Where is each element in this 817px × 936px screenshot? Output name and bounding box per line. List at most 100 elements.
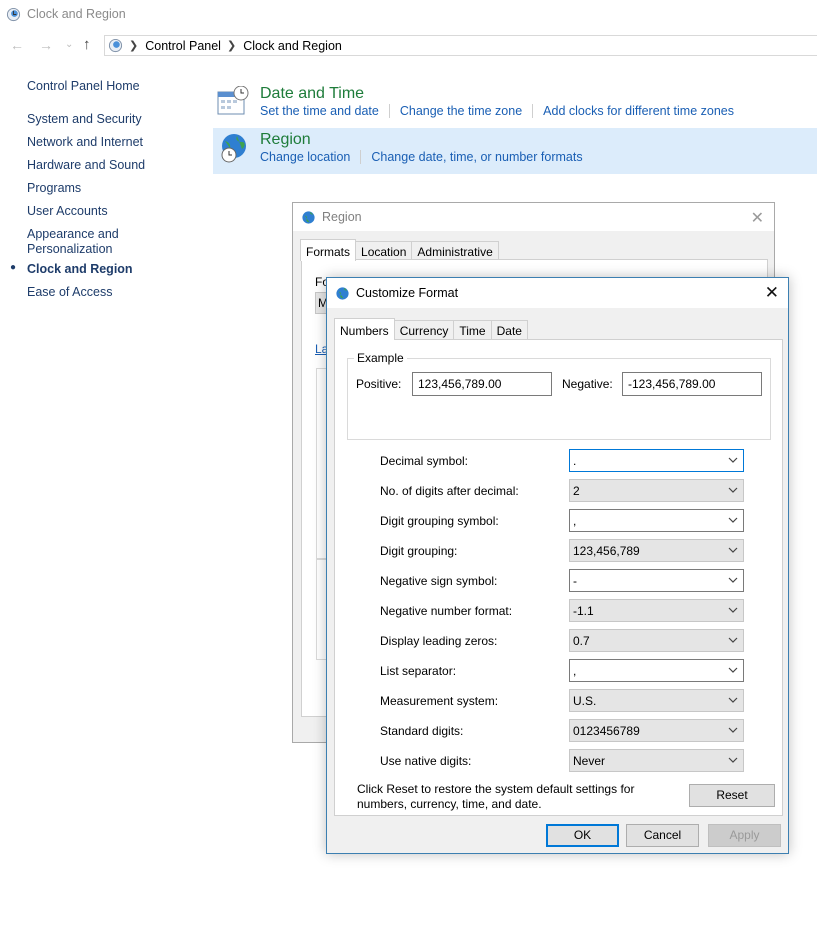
list-separator-value: ,: [573, 664, 577, 678]
positive-example-field: 123,456,789.00: [412, 372, 552, 396]
breadcrumb-clock-region[interactable]: Clock and Region: [243, 39, 342, 53]
date-time-title[interactable]: Date and Time: [260, 85, 364, 103]
standard-digits-label: Standard digits:: [380, 724, 464, 738]
chevron-down-icon: [728, 667, 738, 673]
breadcrumb-separator-icon: ❯: [226, 40, 237, 52]
calendar-clock-icon: [217, 86, 249, 115]
tab-currency[interactable]: Currency: [393, 320, 455, 340]
list-separator-combo[interactable]: ,: [569, 659, 744, 682]
region-dialog-title-bar[interactable]: Region: [293, 203, 774, 231]
customize-close-icon[interactable]: ✕: [765, 283, 779, 303]
chevron-down-icon: [728, 487, 738, 493]
numbers-panel: Example Positive: 123,456,789.00 Negativ…: [334, 339, 783, 816]
digit-grouping-symbol-value: ,: [573, 514, 577, 528]
nav-appearance-personalization[interactable]: Appearance and Personalization: [27, 227, 119, 257]
chevron-down-icon: [728, 757, 738, 763]
leading-zeros-label: Display leading zeros:: [380, 634, 498, 648]
breadcrumb-separator-icon: ❯: [129, 40, 139, 52]
decimal-symbol-combo[interactable]: .: [569, 449, 744, 472]
nav-control-panel-home[interactable]: Control Panel Home: [27, 79, 140, 93]
customize-format-dialog: Customize Format ✕ Numbers Currency Time…: [326, 277, 789, 854]
negative-number-format-combo[interactable]: -1.1: [569, 599, 744, 622]
chevron-down-icon: [728, 637, 738, 643]
up-arrow-icon[interactable]: ↑: [83, 36, 91, 53]
measurement-system-combo[interactable]: U.S.: [569, 689, 744, 712]
change-location-link[interactable]: Change location: [260, 150, 350, 164]
digit-grouping-combo[interactable]: 123,456,789: [569, 539, 744, 562]
chevron-down-icon: [728, 547, 738, 553]
native-digits-label: Use native digits:: [380, 754, 472, 768]
region-links: Change location Change date, time, or nu…: [260, 150, 583, 164]
digit-grouping-label: Digit grouping:: [380, 544, 458, 558]
digit-grouping-symbol-label: Digit grouping symbol:: [380, 514, 499, 528]
negative-sign-symbol-value: -: [573, 574, 577, 588]
forward-arrow-icon[interactable]: →: [39, 37, 53, 53]
globe-icon: [336, 286, 349, 300]
negative-sign-symbol-combo[interactable]: -: [569, 569, 744, 592]
chevron-down-icon: [728, 697, 738, 703]
example-group: Example Positive: 123,456,789.00 Negativ…: [347, 351, 771, 440]
breadcrumb-control-panel[interactable]: Control Panel: [145, 39, 221, 53]
negative-label: Negative:: [562, 377, 613, 391]
reset-button[interactable]: Reset: [689, 784, 775, 807]
set-time-date-link[interactable]: Set the time and date: [260, 104, 379, 118]
globe-icon: [302, 210, 315, 224]
link-divider: [360, 150, 362, 164]
window-title-bar: Clock and Region: [6, 5, 126, 23]
digits-after-decimal-label: No. of digits after decimal:: [380, 484, 519, 498]
digit-grouping-value: 123,456,789: [573, 544, 640, 558]
nav-programs[interactable]: Programs: [27, 181, 81, 195]
region-title[interactable]: Region: [260, 131, 311, 149]
clock-region-icon: [6, 7, 21, 21]
nav-network-internet[interactable]: Network and Internet: [27, 135, 143, 149]
link-divider: [388, 104, 390, 118]
nav-ease-of-access[interactable]: Ease of Access: [27, 285, 112, 299]
leading-zeros-value: 0.7: [573, 634, 590, 648]
ok-button[interactable]: OK: [546, 824, 619, 847]
active-bullet-icon: ●: [10, 262, 17, 273]
cancel-button[interactable]: Cancel: [626, 824, 699, 847]
nav-clock-region[interactable]: Clock and Region: [27, 262, 133, 276]
change-formats-link[interactable]: Change date, time, or number formats: [371, 150, 582, 164]
chevron-down-icon: [728, 607, 738, 613]
apply-button[interactable]: Apply: [708, 824, 781, 847]
address-bar[interactable]: ❯ Control Panel ❯ Clock and Region: [104, 35, 817, 56]
chevron-down-icon: [728, 727, 738, 733]
reset-note: Click Reset to restore the system defaul…: [357, 782, 635, 811]
negative-sign-symbol-label: Negative sign symbol:: [380, 574, 498, 588]
digits-after-decimal-value: 2: [573, 484, 580, 498]
tab-administrative[interactable]: Administrative: [411, 241, 499, 261]
negative-number-format-value: -1.1: [573, 604, 594, 618]
tab-time[interactable]: Time: [453, 320, 492, 340]
digits-after-decimal-combo[interactable]: 2: [569, 479, 744, 502]
tab-date[interactable]: Date: [490, 320, 528, 340]
leading-zeros-combo[interactable]: 0.7: [569, 629, 744, 652]
region-close-icon[interactable]: ✕: [751, 208, 764, 228]
tab-formats[interactable]: Formats: [300, 239, 357, 261]
decimal-symbol-label: Decimal symbol:: [380, 454, 469, 468]
measurement-system-value: U.S.: [573, 694, 597, 708]
measurement-system-label: Measurement system:: [380, 694, 499, 708]
tab-numbers[interactable]: Numbers: [334, 318, 395, 340]
customize-dialog-title-bar[interactable]: Customize Format: [327, 278, 788, 308]
add-clocks-link[interactable]: Add clocks for different time zones: [543, 104, 734, 118]
nav-user-accounts[interactable]: User Accounts: [27, 204, 108, 218]
chevron-down-icon: [728, 517, 738, 523]
standard-digits-combo[interactable]: 0123456789: [569, 719, 744, 742]
change-time-zone-link[interactable]: Change the time zone: [400, 104, 522, 118]
recent-pages-chevron-icon[interactable]: ⌄: [65, 39, 73, 50]
date-time-links: Set the time and date Change the time zo…: [260, 104, 734, 118]
digit-grouping-symbol-combo[interactable]: ,: [569, 509, 744, 532]
tab-location[interactable]: Location: [355, 241, 413, 261]
negative-number-format-label: Negative number format:: [380, 604, 513, 618]
nav-system-security[interactable]: System and Security: [27, 112, 142, 126]
region-dialog-title: Region: [322, 210, 362, 224]
back-arrow-icon[interactable]: ←: [10, 37, 24, 53]
native-digits-value: Never: [573, 754, 606, 768]
decimal-symbol-value: .: [573, 454, 577, 468]
standard-digits-value: 0123456789: [573, 724, 640, 738]
example-legend: Example: [354, 351, 407, 365]
control-panel-icon: [108, 38, 123, 53]
nav-hardware-sound[interactable]: Hardware and Sound: [27, 158, 145, 172]
native-digits-combo[interactable]: Never: [569, 749, 744, 772]
